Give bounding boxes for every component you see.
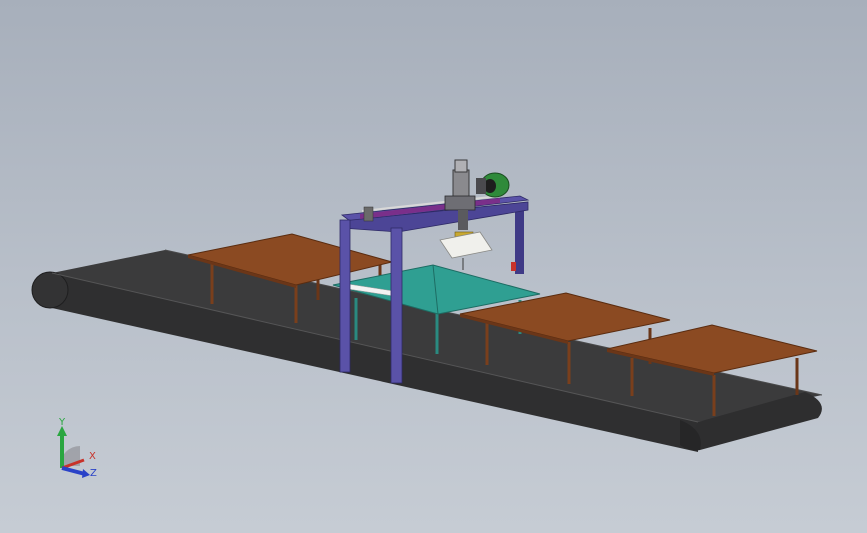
z-axis-label: Z — [90, 468, 97, 479]
carriage-block — [444, 195, 476, 211]
z-axis-arrowhead — [82, 469, 90, 478]
spindle — [458, 210, 468, 230]
motor-coupling — [476, 178, 486, 194]
tool-shroud — [439, 231, 493, 259]
belt-left-roller — [31, 271, 69, 309]
cad-viewport[interactable]: Y X Z — [0, 0, 867, 533]
assembly-model[interactable] — [0, 0, 867, 533]
red-indicator — [511, 262, 516, 271]
gantry-post-front-right — [390, 227, 403, 384]
orientation-triad[interactable]: Y X Z — [52, 414, 112, 480]
y-axis-label: Y — [58, 417, 66, 428]
rail-end-block — [363, 206, 374, 222]
gantry-post-back-right — [515, 206, 524, 274]
gantry-post-front-left — [339, 219, 351, 373]
cylinder-cap — [454, 159, 468, 173]
x-axis-label: X — [89, 451, 96, 462]
z-axis-arrow — [61, 466, 86, 476]
